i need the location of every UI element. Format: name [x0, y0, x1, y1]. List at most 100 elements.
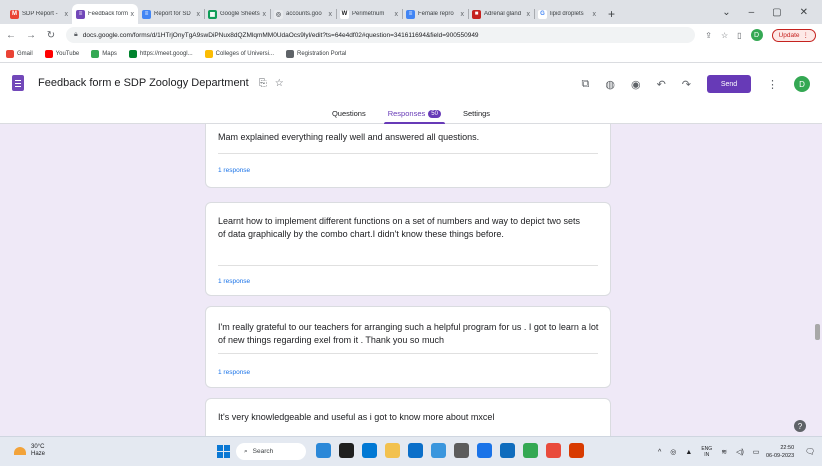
response-count-link[interactable]: 1 response — [218, 167, 250, 174]
taskbar-app-icon[interactable] — [500, 443, 515, 458]
forward-arrow-icon[interactable]: → — [26, 30, 36, 41]
back-arrow-icon[interactable]: ← — [6, 30, 16, 41]
send-button[interactable]: Send — [707, 75, 751, 93]
redo-icon[interactable]: ↷ — [682, 78, 691, 91]
bookmark-favicon-icon — [204, 50, 213, 58]
bookmark-item[interactable]: YouTube — [44, 50, 79, 58]
tray-app-icon[interactable]: ◎ — [670, 448, 676, 456]
battery-icon[interactable]: ▭ — [753, 448, 760, 456]
bookmark-item[interactable]: Maps — [91, 50, 117, 58]
bookmark-item[interactable]: Registration Portal — [285, 50, 346, 58]
bookmark-star-icon[interactable]: ☆ — [721, 31, 728, 40]
responses-count-badge: 50 — [428, 109, 441, 118]
bookmark-item[interactable]: Gmail — [6, 50, 33, 58]
divider — [218, 265, 598, 266]
lock-icon: 🔒︎ — [74, 31, 78, 38]
addon-puzzle-icon[interactable]: ⧉ — [581, 78, 589, 91]
tab-favicon-icon: ≡ — [142, 9, 151, 19]
palette-icon[interactable]: ◍ — [605, 78, 615, 91]
language-indicator[interactable]: ENG IN — [701, 446, 712, 458]
tab-settings[interactable]: Settings — [459, 103, 494, 124]
more-options-icon[interactable]: ⋮ — [767, 78, 778, 91]
undo-icon[interactable]: ↶ — [657, 78, 666, 91]
tab-responses[interactable]: Responses 50 — [383, 103, 446, 124]
start-windows-icon[interactable] — [217, 445, 230, 458]
side-panel-icon[interactable]: ▯ — [737, 31, 741, 40]
taskbar-app-icon[interactable] — [408, 443, 423, 458]
tab-search-icon[interactable]: ⌄ — [722, 7, 730, 18]
url-text: docs.google.com/forms/d/1HTrjOnyTgA9swDi… — [82, 31, 479, 39]
bookmark-favicon-icon — [285, 50, 294, 58]
divider — [218, 153, 598, 154]
profile-avatar[interactable]: D — [750, 29, 763, 41]
tab-close-icon[interactable]: x — [329, 11, 333, 18]
help-icon[interactable]: ? — [794, 420, 806, 432]
move-to-folder-icon[interactable]: ⎘ — [259, 78, 267, 89]
tray-app-icon[interactable]: ▲ — [685, 449, 692, 456]
tab-close-icon[interactable]: x — [197, 11, 201, 18]
response-card: I'm really grateful to our teachers for … — [205, 306, 611, 388]
star-icon[interactable]: ☆ — [275, 78, 284, 89]
minimize-button[interactable]: – — [749, 7, 755, 18]
bookmark-item[interactable]: Colleges of Universi... — [204, 50, 274, 58]
taskbar-app-icon[interactable] — [523, 443, 538, 458]
tab-settings-label: Settings — [462, 109, 491, 118]
new-tab-button[interactable]: + — [600, 4, 623, 24]
browser-tab[interactable]: ■ Adrenal gland x — [468, 4, 534, 24]
taskbar-app-icon[interactable] — [454, 443, 469, 458]
volume-icon[interactable]: ◁) — [736, 448, 744, 456]
taskbar-app-icon[interactable] — [477, 443, 492, 458]
browser-tab[interactable]: ≡ Report for SD x — [138, 4, 204, 24]
taskbar-app-icon[interactable] — [362, 443, 377, 458]
weather-widget[interactable]: 30°C Haze — [14, 444, 45, 458]
taskbar-app-icon[interactable] — [546, 443, 561, 458]
preview-eye-icon[interactable]: ◉ — [631, 78, 641, 91]
tab-title: Feedback form — [88, 11, 128, 17]
taskbar-app-icon[interactable] — [339, 443, 354, 458]
browser-tab[interactable]: W Perimetrium x — [336, 4, 402, 24]
maximize-button[interactable]: ▢ — [772, 7, 781, 18]
taskbar-app-icon[interactable] — [316, 443, 331, 458]
response-count-link[interactable]: 1 response — [218, 278, 250, 285]
update-button[interactable]: Update ⋮ — [771, 28, 816, 42]
tab-questions[interactable]: Questions — [328, 103, 370, 124]
browser-tab[interactable]: M SDP Report - x — [6, 4, 72, 24]
account-avatar[interactable]: D — [794, 76, 810, 92]
bookmark-item[interactable]: https://meet.googl... — [128, 50, 193, 58]
tab-close-icon[interactable]: x — [263, 11, 267, 18]
show-hidden-icons-chevron-icon[interactable]: ^ — [658, 449, 661, 456]
bookmark-favicon-icon — [44, 50, 53, 58]
form-title[interactable]: Feedback form e SDP Zoology Department — [38, 77, 249, 89]
tab-favicon-icon: ■ — [472, 9, 481, 19]
response-count-link[interactable]: 1 response — [218, 369, 250, 376]
tab-close-icon[interactable]: x — [527, 11, 531, 18]
taskbar-search[interactable]: ⌕ Search — [236, 443, 306, 460]
browser-tab[interactable]: ◎ accounts.goo x — [270, 4, 336, 24]
wifi-icon[interactable]: ≋ — [721, 448, 727, 456]
header-actions: ⧉ ◍ ◉ ↶ ↷ Send ⋮ D — [581, 75, 810, 93]
responses-content[interactable]: Mam explained everything really well and… — [0, 124, 822, 436]
form-tabs: Questions Responses 50 Settings — [0, 103, 822, 124]
browser-tab[interactable]: Glipid droplets x — [534, 4, 600, 24]
browser-tab[interactable]: ≡ Feedback form x — [72, 4, 138, 24]
tab-favicon-icon: W — [340, 9, 349, 19]
tab-close-icon[interactable]: x — [131, 11, 135, 18]
tab-close-icon[interactable]: x — [593, 11, 597, 18]
system-clock[interactable]: 22:50 06-09-2023 — [766, 444, 794, 460]
google-forms-logo-icon[interactable] — [12, 75, 24, 91]
tab-close-icon[interactable]: x — [461, 11, 465, 18]
taskbar-app-icon[interactable] — [385, 443, 400, 458]
share-icon[interactable]: ⇪ — [705, 31, 712, 40]
tab-close-icon[interactable]: x — [395, 11, 399, 18]
url-bar[interactable]: 🔒︎ docs.google.com/forms/d/1HTrjOnyTgA9s… — [66, 27, 696, 43]
taskbar-app-icon[interactable] — [569, 443, 584, 458]
reload-icon[interactable]: ↻ — [46, 30, 56, 41]
tab-close-icon[interactable]: x — [65, 11, 69, 18]
scrollbar-thumb[interactable] — [815, 324, 820, 340]
notifications-icon[interactable]: 🗨︎ — [805, 447, 815, 456]
address-bar-row: ← → ↻ 🔒︎ docs.google.com/forms/d/1HTrjOn… — [0, 24, 822, 46]
taskbar-app-icon[interactable] — [431, 443, 446, 458]
close-window-button[interactable]: ✕ — [800, 7, 808, 18]
browser-tab[interactable]: ▦ Google Sheets x — [204, 4, 270, 24]
browser-tab[interactable]: ≡ Female repro x — [402, 4, 468, 24]
